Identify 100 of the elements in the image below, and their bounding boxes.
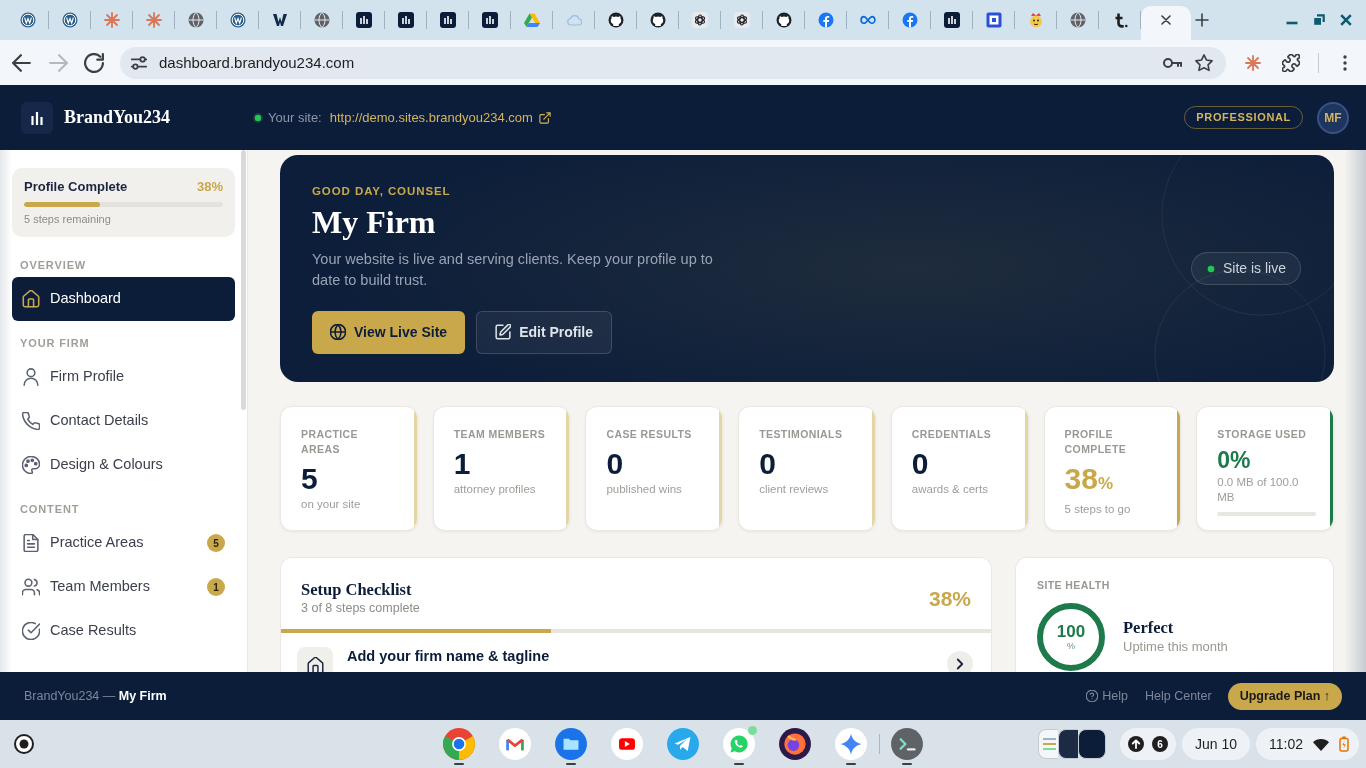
reload-icon[interactable] (84, 52, 104, 73)
wifi-icon (1313, 737, 1329, 751)
nav-item[interactable]: Dashboard (12, 277, 235, 321)
help-link[interactable]: Help (1086, 686, 1128, 706)
back-arrow-icon[interactable] (12, 52, 32, 73)
puzzle-icon[interactable] (1282, 53, 1300, 72)
knot-logo-icon[interactable] (733, 12, 750, 28)
triangle-logo-icon[interactable] (523, 12, 540, 28)
mascot-icon[interactable] (1027, 12, 1044, 28)
address-bar[interactable]: dashboard.brandyou234.com (120, 46, 1226, 79)
more-menu-icon[interactable] (1343, 54, 1347, 71)
chrome-logo-icon[interactable] (442, 727, 476, 761)
status-text: Site is live (1222, 259, 1286, 278)
cat-logo-icon[interactable] (607, 12, 624, 28)
status-tray[interactable]: 11:02 (1256, 728, 1359, 760)
stat-unit: % (1097, 474, 1114, 495)
nav-item[interactable]: Practice Areas (12, 521, 207, 565)
uptime-value: 100 (1056, 623, 1086, 641)
count-badge: 1 (207, 578, 225, 596)
nav-item[interactable]: Team Members (12, 565, 207, 609)
globe-icon[interactable] (1069, 12, 1086, 28)
hero-title: My Firm (312, 203, 437, 240)
pencil-square-icon (495, 324, 512, 340)
checklist-note: 3 of 8 steps complete (301, 600, 420, 617)
square-logo-icon[interactable] (985, 12, 1002, 28)
stat-value: 0 (911, 446, 930, 482)
progress-value: 38% (196, 179, 223, 194)
stat-value: 0 (759, 446, 777, 482)
f-logo-icon[interactable] (817, 12, 834, 28)
play-logo-icon[interactable] (610, 727, 644, 761)
scrollbar-thumb[interactable] (241, 150, 246, 410)
status-dot-icon (253, 112, 263, 123)
knot-logo-icon[interactable] (691, 12, 708, 28)
fox-logo-icon[interactable] (778, 727, 812, 761)
progress-title: Profile Complete (24, 179, 128, 194)
chevron-right-icon[interactable] (947, 651, 973, 672)
screenshot-thumbnail[interactable] (1057, 729, 1078, 759)
bar-chart-tile-icon[interactable] (355, 12, 372, 28)
nav-item[interactable]: Contact Details (12, 399, 235, 443)
star-icon[interactable] (1195, 53, 1213, 72)
user-avatar[interactable]: MF (1317, 101, 1349, 134)
help-icon (1086, 690, 1099, 702)
section-label: CONTENT (19, 502, 81, 517)
battery-icon (1339, 736, 1349, 752)
circle-logo-icon[interactable] (229, 12, 246, 28)
circle-logo-icon[interactable] (61, 12, 78, 28)
date-button[interactable]: Jun 10 (1181, 728, 1250, 760)
zigzag-logo-icon[interactable] (271, 12, 288, 28)
globe-icon[interactable] (187, 12, 204, 28)
stat-value: 38 (1064, 461, 1098, 497)
tray-button[interactable]: 6 (1119, 728, 1176, 760)
sparkle-icon[interactable] (834, 727, 868, 761)
close-icon[interactable] (1340, 14, 1352, 26)
nav-item[interactable]: Design & Colours (12, 443, 235, 487)
checklist-percent: 38% (928, 585, 971, 612)
circle-logo-icon[interactable] (19, 12, 36, 28)
restore-icon[interactable] (1313, 14, 1325, 26)
stat-note: 5 steps to go (1064, 502, 1132, 517)
launcher-icon[interactable] (14, 734, 34, 754)
upload-icon (1127, 736, 1144, 752)
nav-item[interactable]: Case Results (12, 609, 235, 653)
asterisk-icon[interactable] (1245, 54, 1261, 71)
check-circle-icon (22, 622, 40, 640)
stat-label: PROFILE COMPLETE (1064, 427, 1128, 457)
help-link[interactable]: Help Center (1145, 686, 1212, 706)
tune-icon[interactable] (130, 53, 148, 72)
close-icon[interactable] (1161, 15, 1171, 25)
screenshot-thumbnail[interactable] (1077, 729, 1106, 759)
count-badge: 5 (207, 534, 225, 552)
cat-logo-icon[interactable] (775, 12, 792, 28)
plus-icon[interactable] (1195, 13, 1209, 27)
nav-item[interactable]: Firm Profile (12, 355, 235, 399)
site-label: Your site: (268, 108, 322, 127)
bar-chart-tile-icon[interactable] (397, 12, 414, 28)
envelope-logo-icon[interactable] (498, 727, 532, 761)
phone-icon (22, 412, 40, 430)
terminal-icon[interactable] (890, 727, 924, 761)
paper-plane-icon[interactable] (666, 727, 700, 761)
bar-chart-tile-icon[interactable] (481, 12, 498, 28)
status-dot-icon (1205, 263, 1216, 274)
globe-icon[interactable] (313, 12, 330, 28)
logo-icon[interactable] (21, 101, 53, 134)
people-icon (22, 578, 40, 596)
stat-value: 0 (606, 446, 625, 482)
bar-chart-tile-icon[interactable] (439, 12, 456, 28)
f-logo-icon[interactable] (901, 12, 918, 28)
view-site-button[interactable]: View Live Site (312, 310, 466, 354)
uptime-unit: % (1067, 641, 1075, 651)
uptime-ring (1037, 603, 1105, 671)
site-link[interactable]: http://demo.sites.brandyou234.com (329, 107, 551, 128)
stat-note: on your site (301, 497, 362, 512)
checklist-title: Setup Checklist (301, 580, 413, 600)
bar-chart-tile-icon[interactable] (943, 12, 960, 28)
screenshot-thumbnail[interactable] (1037, 729, 1058, 759)
upgrade-button[interactable]: Upgrade Plan ↑ (1227, 682, 1342, 710)
cat-logo-icon[interactable] (649, 12, 666, 28)
folder-icon[interactable] (554, 727, 588, 761)
stat-note: attorney profiles (453, 482, 537, 497)
hero-description: Your website is live and serving clients. Keep your profile up to date to build trust. (312, 249, 714, 290)
edit-profile-button[interactable]: Edit Profile (476, 310, 613, 354)
